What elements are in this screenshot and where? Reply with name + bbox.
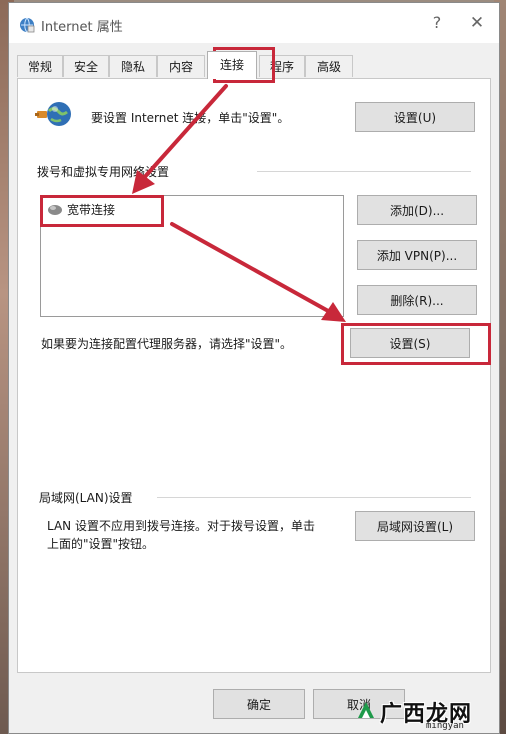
ok-button[interactable]: 确定 — [213, 689, 305, 719]
add-connection-button[interactable]: 添加(D)... — [357, 195, 477, 225]
tab-general[interactable]: 常规 — [17, 55, 63, 77]
watermark-logo-icon — [358, 702, 374, 718]
tab-content[interactable]: 内容 — [157, 55, 205, 77]
lan-description-line1: LAN 设置不应用到拨号连接。对于拨号设置，单击 — [47, 519, 315, 533]
lan-section-divider — [157, 497, 471, 498]
tab-privacy[interactable]: 隐私 — [109, 55, 157, 77]
annotation-highlight-connection — [40, 195, 164, 227]
internet-options-icon — [20, 17, 35, 33]
lan-description-line2: 上面的"设置"按钮。 — [47, 537, 155, 551]
dialup-section-title: 拨号和虚拟专用网络设置 — [37, 165, 170, 179]
internet-properties-dialog: Internet 属性 ? ✕ 常规 安全 隐私 内容 连接 程序 高级 要设置… — [8, 2, 500, 734]
watermark: 广西龙网 mingyan — [354, 694, 504, 732]
tab-advanced[interactable]: 高级 — [305, 55, 353, 77]
watermark-subtext: mingyan — [426, 721, 464, 731]
window-title: Internet 属性 — [41, 20, 123, 35]
dialup-section-divider — [257, 171, 471, 172]
setup-button[interactable]: 设置(U) — [355, 102, 475, 132]
globe-network-icon — [35, 102, 71, 126]
setup-instruction: 要设置 Internet 连接，单击"设置"。 — [91, 111, 290, 125]
proxy-instruction: 如果要为连接配置代理服务器，请选择"设置"。 — [41, 337, 293, 351]
lan-section-title: 局域网(LAN)设置 — [39, 491, 133, 505]
close-button[interactable]: ✕ — [465, 11, 489, 35]
tab-security[interactable]: 安全 — [63, 55, 109, 77]
add-vpn-button[interactable]: 添加 VPN(P)... — [357, 240, 477, 270]
lan-settings-button[interactable]: 局域网设置(L) — [355, 511, 475, 541]
tab-connections[interactable]: 连接 — [207, 51, 257, 79]
help-button[interactable]: ? — [427, 11, 447, 35]
annotation-highlight-settings — [341, 323, 491, 365]
title-bar: Internet 属性 ? ✕ — [9, 3, 499, 43]
remove-connection-button[interactable]: 删除(R)... — [357, 285, 477, 315]
